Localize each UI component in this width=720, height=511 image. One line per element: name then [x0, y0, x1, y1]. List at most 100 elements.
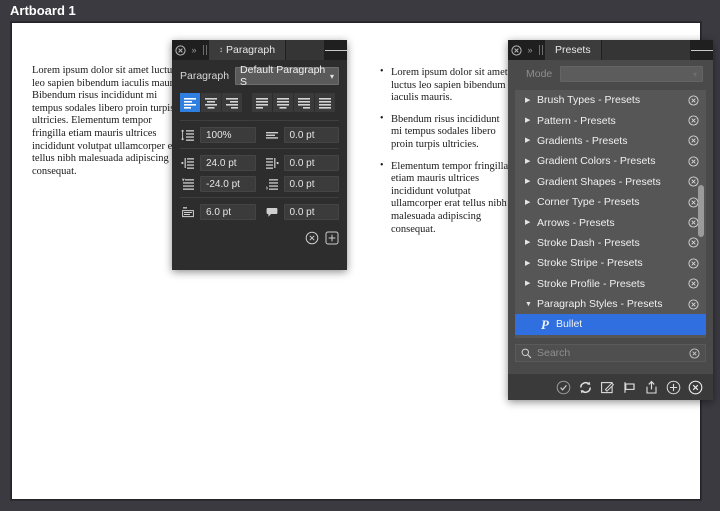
chevron-down-icon[interactable]: ▼ — [525, 301, 537, 308]
list-item[interactable]: ▶ Gradient Shapes - Presets — [515, 172, 706, 192]
chevron-right-icon[interactable]: ▶ — [525, 97, 537, 104]
list-item[interactable]: ▶ Gradient Colors - Presets — [515, 151, 706, 171]
justify-all-button[interactable] — [315, 93, 335, 112]
presets-list-scrollbar[interactable] — [698, 185, 704, 237]
indent-left-icon — [180, 155, 196, 171]
flag-icon[interactable] — [622, 380, 637, 395]
justify-last-center-button[interactable] — [273, 93, 293, 112]
list-item-label: Gradient Shapes - Presets — [537, 176, 686, 188]
tab-paragraph[interactable]: ↕ Paragraph — [209, 40, 286, 60]
space-before-field[interactable]: 6.0 pt — [180, 204, 256, 220]
line-spacing-value[interactable]: 100% — [200, 127, 256, 143]
presets-panel-tabbar: » Presets — [508, 40, 713, 60]
last-line-indent-value[interactable]: 0.0 pt — [284, 176, 340, 192]
close-icon[interactable] — [508, 40, 524, 60]
list-item[interactable]: ▶ Stroke Dash - Presets — [515, 233, 706, 253]
space-below-value[interactable]: 0.0 pt — [284, 204, 340, 220]
indent-right-value[interactable]: 0.0 pt — [284, 155, 340, 171]
remove-icon[interactable] — [686, 135, 700, 146]
tabbar-empty-area — [602, 40, 691, 60]
chevron-right-icon[interactable]: ▶ — [525, 260, 537, 267]
align-right-button[interactable] — [222, 93, 242, 112]
list-item[interactable]: ▶ Brush Types - Presets — [515, 90, 706, 110]
reset-button[interactable] — [305, 231, 319, 245]
chevron-right-icon[interactable]: ▶ — [525, 137, 537, 144]
space-after-icon — [264, 127, 280, 143]
space-before-value[interactable]: 6.0 pt — [200, 204, 256, 220]
chevron-right-icon[interactable]: ▶ — [525, 219, 537, 226]
paragraph-panel-tabbar: » ↕ Paragraph — [172, 40, 347, 60]
sync-icon[interactable] — [578, 380, 593, 395]
presets-panel-footer — [508, 374, 713, 400]
collapse-chevrons-icon[interactable]: » — [188, 40, 200, 60]
list-item-expanded[interactable]: ▼ Paragraph Styles - Presets — [515, 294, 706, 314]
search-input[interactable]: Search — [515, 344, 706, 362]
space-after-value[interactable]: 0.0 pt — [284, 127, 340, 143]
space-below-field[interactable]: 0.0 pt — [264, 204, 340, 220]
tab-presets[interactable]: Presets — [545, 40, 602, 60]
chevron-down-icon: ▾ — [330, 72, 334, 81]
chevron-right-icon[interactable]: ▶ — [525, 199, 537, 206]
last-line-indent-field[interactable]: 0.0 pt — [264, 176, 340, 192]
remove-icon[interactable] — [686, 95, 700, 106]
first-line-indent-field[interactable]: -24.0 pt — [180, 176, 256, 192]
list-item[interactable]: ▶ Stroke Stripe - Presets — [515, 253, 706, 273]
document-bullet-block[interactable]: Lorem ipsum dolor sit amet luctus leo sa… — [380, 67, 512, 245]
list-item: Bbendum risus incididunt mi tempus sodal… — [380, 114, 512, 152]
close-icon[interactable] — [172, 40, 188, 60]
clear-search-icon[interactable] — [689, 348, 700, 359]
mode-row: Mode ▾ — [508, 60, 713, 88]
export-icon[interactable] — [644, 380, 659, 395]
chevron-right-icon[interactable]: ▶ — [525, 158, 537, 165]
justify-last-right-button[interactable] — [294, 93, 314, 112]
remove-icon[interactable] — [686, 278, 700, 289]
indent-right-icon — [264, 155, 280, 171]
list-item[interactable]: ▶ Arrows - Presets — [515, 212, 706, 232]
indent-left-value[interactable]: 24.0 pt — [200, 155, 256, 171]
remove-icon[interactable] — [686, 156, 700, 167]
mode-select[interactable]: ▾ — [560, 66, 703, 82]
list-item[interactable]: ▶ Gradients - Presets — [515, 131, 706, 151]
document-paragraph-block[interactable]: Lorem ipsum dolor sit amet luctus leo sa… — [32, 65, 184, 178]
indent-left-field[interactable]: 24.0 pt — [180, 155, 256, 171]
align-center-button[interactable] — [201, 93, 221, 112]
presets-panel[interactable]: » Presets Mode ▾ ▶ Brush Types - Presets — [508, 40, 713, 400]
remove-icon[interactable] — [686, 115, 700, 126]
chevron-right-icon[interactable]: ▶ — [525, 239, 537, 246]
chevron-right-icon[interactable]: ▶ — [525, 178, 537, 185]
panel-drag-handle[interactable] — [200, 40, 209, 60]
collapse-chevrons-icon[interactable]: » — [524, 40, 536, 60]
paragraph-panel-footer — [172, 225, 347, 253]
paragraph-style-select[interactable]: Default Paragraph S ▾ — [235, 67, 339, 85]
paragraph-panel[interactable]: » ↕ Paragraph Paragraph Default Paragrap… — [172, 40, 347, 270]
check-circle-icon[interactable] — [556, 380, 571, 395]
plus-circle-icon[interactable] — [666, 380, 681, 395]
list-item[interactable]: ▶ Corner Type - Presets — [515, 192, 706, 212]
space-before-icon — [180, 204, 196, 220]
close-circle-icon[interactable] — [688, 380, 703, 395]
line-spacing-field[interactable]: 100% — [180, 127, 256, 143]
indent-right-field[interactable]: 0.0 pt — [264, 155, 340, 171]
list-item-label: Gradients - Presets — [537, 135, 686, 147]
list-item[interactable]: ▶ Pattern - Presets — [515, 110, 706, 130]
first-line-indent-value[interactable]: -24.0 pt — [200, 176, 256, 192]
chevron-right-icon[interactable]: ▶ — [525, 280, 537, 287]
remove-icon[interactable] — [686, 237, 700, 248]
presets-list[interactable]: ▶ Brush Types - Presets ▶ Pattern - Pres… — [515, 90, 706, 338]
list-item[interactable]: ▶ Stroke Profile - Presets — [515, 274, 706, 294]
remove-icon[interactable] — [686, 299, 700, 310]
list-item-selected[interactable]: P Bullet — [515, 314, 706, 334]
add-button[interactable] — [325, 231, 339, 245]
panel-menu-icon[interactable] — [691, 40, 713, 60]
justify-last-left-button[interactable] — [252, 93, 272, 112]
align-left-button[interactable] — [180, 93, 200, 112]
remove-icon[interactable] — [686, 258, 700, 269]
application-window: Artboard 1 Lorem ipsum dolor sit amet lu… — [0, 0, 720, 511]
panel-menu-icon[interactable] — [325, 40, 347, 60]
paragraph-style-label: Paragraph — [180, 70, 229, 82]
edit-icon[interactable] — [600, 380, 615, 395]
panel-drag-handle[interactable] — [536, 40, 545, 60]
space-after-field[interactable]: 0.0 pt — [264, 127, 340, 143]
chevron-right-icon[interactable]: ▶ — [525, 117, 537, 124]
bullet-list: Lorem ipsum dolor sit amet luctus leo sa… — [380, 67, 512, 236]
